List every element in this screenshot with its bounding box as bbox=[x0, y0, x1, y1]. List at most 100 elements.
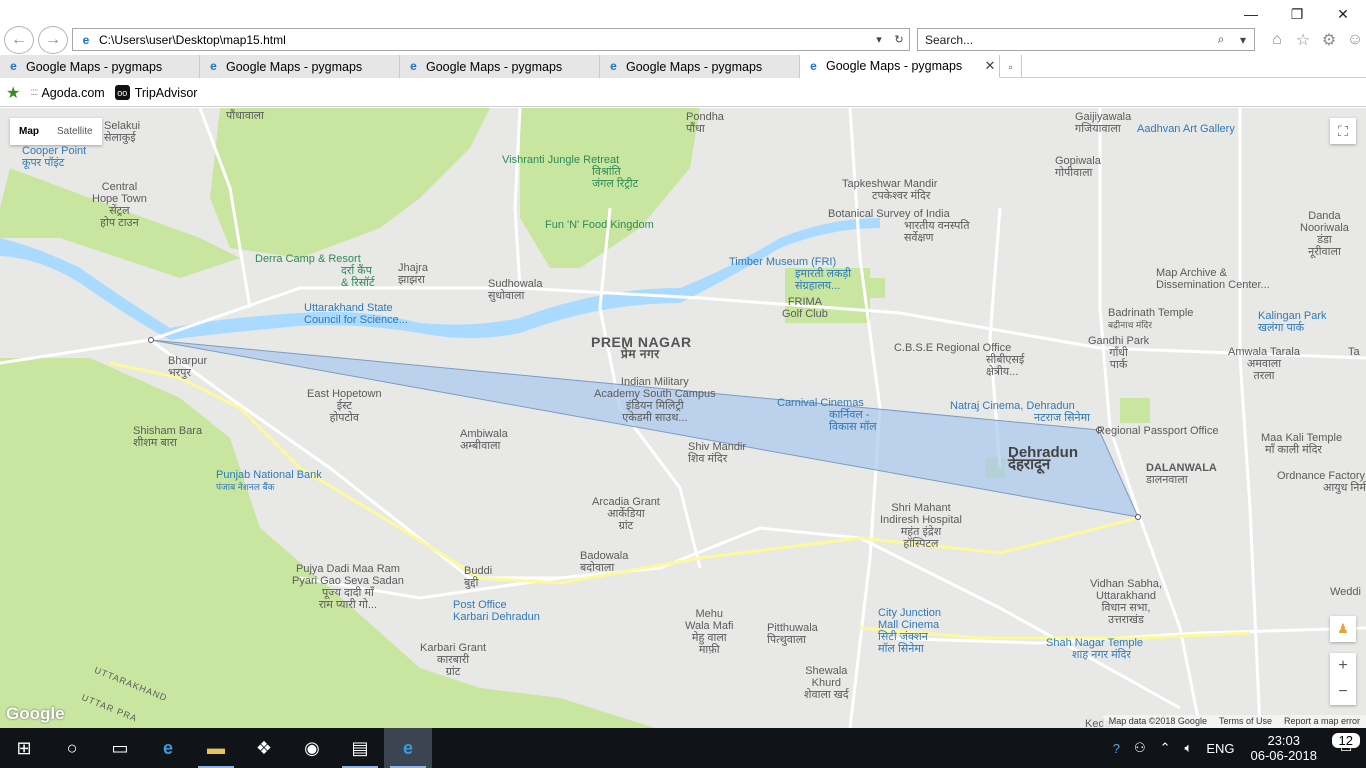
search-input[interactable]: Search... bbox=[918, 33, 1210, 47]
python-file-button[interactable]: ▤ bbox=[336, 728, 384, 768]
place-label: Shisham Bara शीशम बारा bbox=[133, 425, 203, 449]
tab-1[interactable]: e Google Maps - pygmaps bbox=[0, 55, 200, 78]
map-footer: Map data ©2018 Google Terms of Use Repor… bbox=[1102, 715, 1366, 728]
place-label: पौंधावाला bbox=[226, 110, 264, 122]
help-icon[interactable]: ? bbox=[1106, 741, 1127, 756]
place-label: Mehu Wala Mafi मेहु वाला माफ़ी bbox=[685, 608, 734, 656]
poi-label[interactable]: Timber Museum (FRI) इमारती लकड़ी संग्रहालय… bbox=[729, 256, 851, 292]
poi-label[interactable]: Natraj Cinema, Dehradun नटराज सिनेमा bbox=[950, 400, 1090, 424]
zoom-out-button[interactable]: − bbox=[1330, 679, 1356, 705]
place-label: Pondha पौंधा bbox=[686, 111, 724, 135]
volume-icon[interactable]: 🔈︎ bbox=[1178, 740, 1200, 756]
groove-icon: ◉ bbox=[304, 737, 320, 758]
edge-icon: e bbox=[162, 737, 173, 758]
start-button[interactable]: ⊞ bbox=[0, 728, 48, 768]
street-view-pegman[interactable]: ♟ bbox=[1330, 616, 1356, 642]
poi-label[interactable]: Tapkeshwar Mandir टपकेश्वर मंदिर bbox=[842, 178, 937, 202]
report-error-link[interactable]: Report a map error bbox=[1278, 715, 1366, 728]
map-type-satellite-button[interactable]: Satellite bbox=[48, 118, 102, 145]
task-view-icon: ▭ bbox=[111, 737, 129, 758]
poi-label[interactable]: Regional Passport Office bbox=[1097, 425, 1218, 437]
address-dropdown-icon[interactable]: ▾ bbox=[869, 33, 889, 46]
poi-label[interactable]: City Junction Mall Cinema सिटी जंक्शन मॉल स… bbox=[878, 607, 941, 655]
dropbox-button[interactable]: ❖ bbox=[240, 728, 288, 768]
terms-link[interactable]: Terms of Use bbox=[1213, 715, 1278, 728]
minimize-button[interactable]: — bbox=[1228, 0, 1274, 28]
poi-label[interactable]: Punjab National Bank पंजाब नेशनल बैंक bbox=[216, 469, 322, 493]
poi-label[interactable]: Indian Military Academy South Campus इंडिय… bbox=[594, 376, 716, 424]
language-indicator[interactable]: ENG bbox=[1199, 741, 1241, 756]
poi-label[interactable]: Map Archive & Dissemination Center... bbox=[1156, 267, 1270, 291]
clock-date: 06-06-2018 bbox=[1250, 748, 1318, 763]
favorites-bar: ★ :::: Agoda.com oo TripAdvisor bbox=[0, 79, 1366, 107]
poi-label[interactable]: Gandhi Park गाँधी पार्क bbox=[1088, 335, 1149, 371]
poi-label[interactable]: Fun 'N' Food Kingdom bbox=[545, 219, 654, 231]
chevron-up-icon[interactable]: ⌃ bbox=[1153, 740, 1178, 756]
favorites-star-icon[interactable]: ☆ bbox=[1292, 30, 1314, 50]
search-box[interactable]: Search... ⌕ ▾ bbox=[917, 28, 1255, 51]
tab-ie-icon: e bbox=[410, 59, 417, 73]
poi-label[interactable]: Botanical Survey of India भारतीय वनस्पति स… bbox=[828, 208, 970, 244]
forward-button[interactable]: → bbox=[38, 26, 68, 54]
edge-button[interactable]: e bbox=[144, 728, 192, 768]
tab-3[interactable]: e Google Maps - pygmaps bbox=[400, 55, 600, 78]
poi-label[interactable]: Kalingan Park खलंगा पार्क bbox=[1258, 310, 1327, 334]
poi-label[interactable]: Uttarakhand State Council for Science... bbox=[304, 302, 408, 326]
fullscreen-button[interactable]: ⛶ bbox=[1330, 118, 1356, 144]
place-label: Weddi bbox=[1330, 586, 1361, 598]
address-bar[interactable]: e C:\Users\user\Desktop\map15.html ▾ ↻ bbox=[72, 28, 910, 51]
place-label: Gaijiyawala गजियावाला bbox=[1075, 111, 1132, 135]
poi-label[interactable]: Vishranti Jungle Retreat विश्रांति जंगल रि… bbox=[502, 154, 638, 190]
action-center-button[interactable]: ▭ 12 bbox=[1326, 733, 1366, 756]
poi-label[interactable]: C.B.S.E Regional Office सीबीएसई क्षेत्रीय.… bbox=[894, 342, 1024, 378]
search-icon[interactable]: ⌕ bbox=[1210, 32, 1232, 47]
refresh-icon[interactable]: ↻ bbox=[889, 33, 909, 46]
map-type-map-button[interactable]: Map bbox=[10, 118, 48, 145]
internet-explorer-icon: e bbox=[402, 737, 413, 758]
search-dropdown-icon[interactable]: ▾ bbox=[1232, 33, 1254, 47]
address-url[interactable]: C:\Users\user\Desktop\map15.html bbox=[99, 33, 869, 47]
favorite-tripadvisor[interactable]: oo TripAdvisor bbox=[114, 85, 197, 100]
internet-explorer-button[interactable]: e bbox=[384, 728, 432, 768]
poi-label[interactable]: Pujya Dadi Maa Ram Pyari Gao Seva Sadan पू… bbox=[292, 563, 404, 611]
place-label: Gopiwala गोपीवाला bbox=[1055, 155, 1101, 179]
poi-label[interactable]: Cooper Point कूपर पॉइंट bbox=[22, 145, 86, 169]
polygon-vertex bbox=[148, 337, 154, 343]
close-button[interactable]: ✕ bbox=[1320, 0, 1366, 28]
cortana-icon: ○ bbox=[66, 737, 78, 758]
poi-label[interactable]: Shah Nagar Temple शाह नगर मंदिर bbox=[1046, 637, 1143, 661]
back-button[interactable]: ← bbox=[4, 26, 34, 54]
groove-button[interactable]: ◉ bbox=[288, 728, 336, 768]
forward-arrow-icon: → bbox=[45, 31, 61, 48]
smiley-feedback-icon[interactable]: ☺ bbox=[1344, 30, 1366, 50]
poi-label[interactable]: Shri Mahant Indiresh Hospital महंत इंद्रेश… bbox=[880, 502, 962, 550]
poi-label[interactable]: Vidhan Sabha, Uttarakhand विधान सभा, उत्तरा… bbox=[1090, 578, 1162, 626]
polygon-vertex bbox=[1135, 514, 1141, 520]
home-icon[interactable]: ⌂ bbox=[1266, 30, 1288, 50]
poi-label[interactable]: Carnival Cinemas कार्निवल - विकास मॉल bbox=[777, 397, 877, 433]
tab-title: Google Maps - pygmaps bbox=[226, 59, 363, 74]
settings-gear-icon[interactable]: ⚙ bbox=[1318, 30, 1340, 50]
favorite-agoda[interactable]: :::: Agoda.com bbox=[30, 86, 104, 100]
poi-label[interactable]: Derra Camp & Resort दर्रा कैंप & रिसॉर्ट bbox=[255, 253, 375, 289]
tab-5-active[interactable]: e Google Maps - pygmaps ✕ bbox=[800, 55, 1000, 78]
google-map[interactable]: Selakui सेलाकुई Cooper Point कूपर पॉइंट Ce… bbox=[0, 108, 1366, 728]
task-view-button[interactable]: ▭ bbox=[96, 728, 144, 768]
cortana-button[interactable]: ○ bbox=[48, 728, 96, 768]
new-tab-button[interactable]: ▫ bbox=[1000, 55, 1022, 78]
poi-label[interactable]: Shiv Mandir शिव मंदिर bbox=[688, 441, 746, 465]
file-explorer-button[interactable]: ▬ bbox=[192, 728, 240, 768]
poi-label[interactable]: Badrinath Temple बद्रीनाथ मंदिर bbox=[1108, 307, 1193, 331]
clock[interactable]: 23:03 06-06-2018 bbox=[1242, 733, 1327, 763]
poi-label[interactable]: Ordnance Factory आयुध निर्म bbox=[1277, 470, 1366, 494]
tab-4[interactable]: e Google Maps - pygmaps bbox=[600, 55, 800, 78]
poi-label[interactable]: Maa Kali Temple माँ काली मंदिर bbox=[1261, 432, 1342, 456]
tab-close-icon[interactable]: ✕ bbox=[981, 58, 999, 74]
tab-2[interactable]: e Google Maps - pygmaps bbox=[200, 55, 400, 78]
poi-label[interactable]: Aadhvan Art Gallery bbox=[1137, 123, 1235, 135]
zoom-in-button[interactable]: + bbox=[1330, 653, 1356, 679]
people-icon[interactable]: ⚇ bbox=[1127, 740, 1153, 756]
restore-button[interactable]: ❐ bbox=[1274, 0, 1320, 28]
favorites-add-icon[interactable]: ★ bbox=[6, 83, 20, 103]
poi-label[interactable]: Post Office Karbari Dehradun bbox=[453, 599, 540, 623]
